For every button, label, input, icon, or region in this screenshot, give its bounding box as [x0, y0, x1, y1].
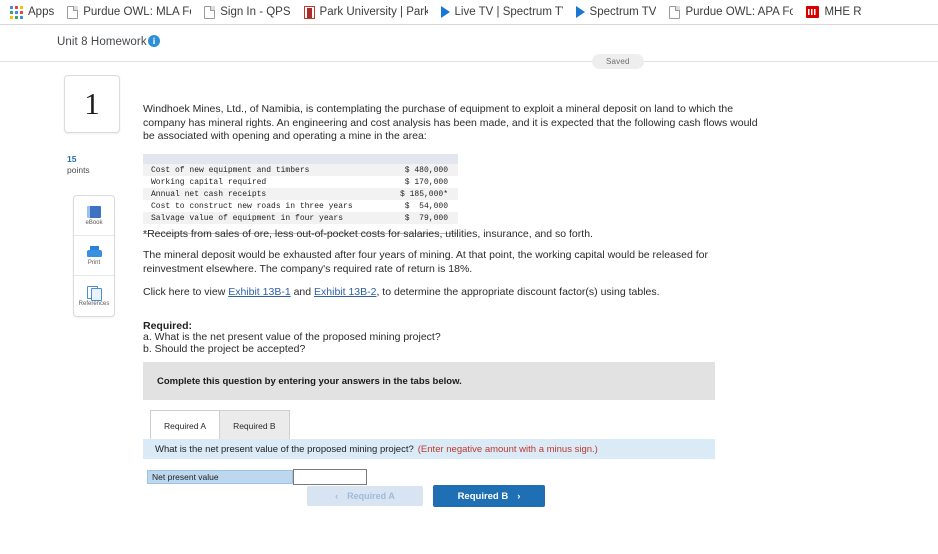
bookmark-sign-in-qps[interactable]: Sign In - QPS: [200, 1, 297, 23]
table-row: Cost of new equipment and timbers $ 480,…: [143, 164, 458, 176]
references-button[interactable]: References: [74, 276, 114, 316]
next-button-label: Required B: [457, 490, 509, 502]
info-icon[interactable]: i: [148, 35, 160, 47]
browser-bookmarks-bar: Apps Purdue OWL: MLA Fo Sign In - QPS Pa…: [0, 0, 938, 25]
net-present-value-label: Net present value: [147, 470, 293, 484]
tab-required-a[interactable]: Required A: [150, 410, 221, 440]
answer-tabs: Required A Required B: [150, 410, 290, 440]
exhibit-suffix-text: , to determine the appropriate discount …: [376, 286, 660, 298]
page-icon: [669, 5, 681, 19]
references-icon: [87, 285, 102, 301]
bookmark-label: Live TV | Spectrum TV: [454, 6, 563, 18]
bookmark-purdue-owl-apa[interactable]: Purdue OWL: APA Fo: [665, 1, 800, 23]
exhibit-prefix-text: Click here to view: [143, 286, 229, 298]
print-button[interactable]: Print: [74, 236, 114, 276]
row-label: Annual net cash receipts: [143, 188, 390, 200]
bookmark-spectrum-tv[interactable]: Spectrum TV: [572, 1, 664, 23]
row-amount: $ 185,000*: [389, 188, 458, 200]
bookmark-purdue-owl-mla[interactable]: Purdue OWL: MLA Fo: [63, 1, 198, 23]
page-icon: [204, 5, 216, 19]
apps-grid-icon: [10, 5, 23, 19]
bookmark-label: Purdue OWL: MLA Fo: [83, 6, 192, 18]
chevron-left-icon: ‹: [335, 491, 339, 501]
ebook-icon: [87, 205, 101, 218]
row-amount: $ 79,000: [389, 212, 458, 224]
required-item-a: a. What is the net present value of the …: [143, 331, 441, 343]
row-amount: $ 480,000: [389, 164, 458, 176]
table-top-band: [143, 154, 458, 164]
chevron-right-icon: ›: [517, 490, 521, 502]
tool-button-stack: eBook Print References: [73, 195, 115, 317]
points-value: 15: [67, 154, 77, 164]
prev-button-label: Required A: [347, 491, 395, 501]
mhe-icon: [806, 6, 820, 18]
question-paragraph-2: The mineral deposit would be exhausted a…: [143, 249, 708, 275]
net-present-value-input[interactable]: [293, 469, 367, 485]
question-intro-text: Windhoek Mines, Ltd., of Namibia, is con…: [143, 103, 758, 142]
bookmark-label: Spectrum TV: [589, 6, 657, 18]
required-item-b: b. Should the project be accepted?: [143, 343, 306, 355]
ebook-label: eBook: [85, 219, 103, 226]
park-university-icon: [303, 5, 315, 19]
bookmark-label: Sign In - QPS: [220, 6, 291, 18]
answer-prompt-hint: (Enter negative amount with a minus sign…: [417, 443, 598, 455]
table-footnote: *Receipts from sales of ore, less out-of…: [143, 228, 593, 240]
page-title: Unit 8 Homework: [57, 36, 147, 48]
play-triangle-icon: [575, 6, 585, 18]
printer-icon: [86, 245, 102, 258]
answer-prompt-bar: What is the net present value of the pro…: [143, 439, 715, 459]
tab-required-b[interactable]: Required B: [220, 410, 290, 440]
exhibit-mid-text: and: [290, 286, 315, 298]
apps-shortcut[interactable]: Apps: [6, 1, 61, 23]
prev-required-a-button[interactable]: ‹ Required A: [307, 486, 423, 506]
bookmark-park-university[interactable]: Park University | Park: [300, 1, 435, 23]
points-label: points: [67, 165, 90, 175]
row-amount: $ 170,000: [389, 176, 458, 188]
row-label: Salvage value of equipment in four years: [143, 212, 390, 224]
exhibit-links-line: Click here to view Exhibit 13B-1 and Exh…: [143, 286, 743, 298]
page-icon: [67, 5, 79, 19]
bookmark-label: MHE R: [824, 6, 862, 18]
table-row: Working capital required $ 170,000: [143, 176, 458, 188]
table-row: Annual net cash receipts $ 185,000*: [143, 188, 458, 200]
answer-entry-row: Net present value: [147, 469, 367, 485]
bookmark-label: Purdue OWL: APA Fo: [685, 6, 794, 18]
bookmark-mhe[interactable]: MHE R: [802, 1, 868, 23]
row-label: Cost to construct new roads in three yea…: [143, 200, 390, 212]
exhibit-13b-2-link[interactable]: Exhibit 13B-2: [314, 286, 376, 298]
exhibit-13b-1-link[interactable]: Exhibit 13B-1: [228, 286, 290, 298]
print-label: Print: [87, 259, 101, 266]
row-amount: $ 54,000: [389, 200, 458, 212]
answer-prompt-text: What is the net present value of the pro…: [155, 443, 414, 455]
status-badge: Saved: [592, 54, 644, 69]
next-required-b-button[interactable]: Required B ›: [433, 485, 545, 507]
question-number-box: 1: [64, 75, 120, 133]
bookmark-live-tv-spectrum[interactable]: Live TV | Spectrum TV: [437, 1, 570, 23]
play-triangle-icon: [440, 6, 450, 18]
table-row: Salvage value of equipment in four years…: [143, 212, 458, 224]
cash-flow-table: Cost of new equipment and timbers $ 480,…: [143, 154, 458, 234]
row-label: Working capital required: [143, 176, 390, 188]
apps-label: Apps: [28, 6, 55, 18]
ebook-button[interactable]: eBook: [74, 196, 114, 236]
complete-question-banner: Complete this question by entering your …: [143, 362, 715, 400]
row-label: Cost of new equipment and timbers: [143, 164, 390, 176]
references-label: References: [78, 300, 110, 307]
assignment-header: Unit 8 Homework i Saved: [0, 25, 938, 69]
table-row: Cost to construct new roads in three yea…: [143, 200, 458, 212]
bookmark-label: Park University | Park: [319, 6, 428, 18]
